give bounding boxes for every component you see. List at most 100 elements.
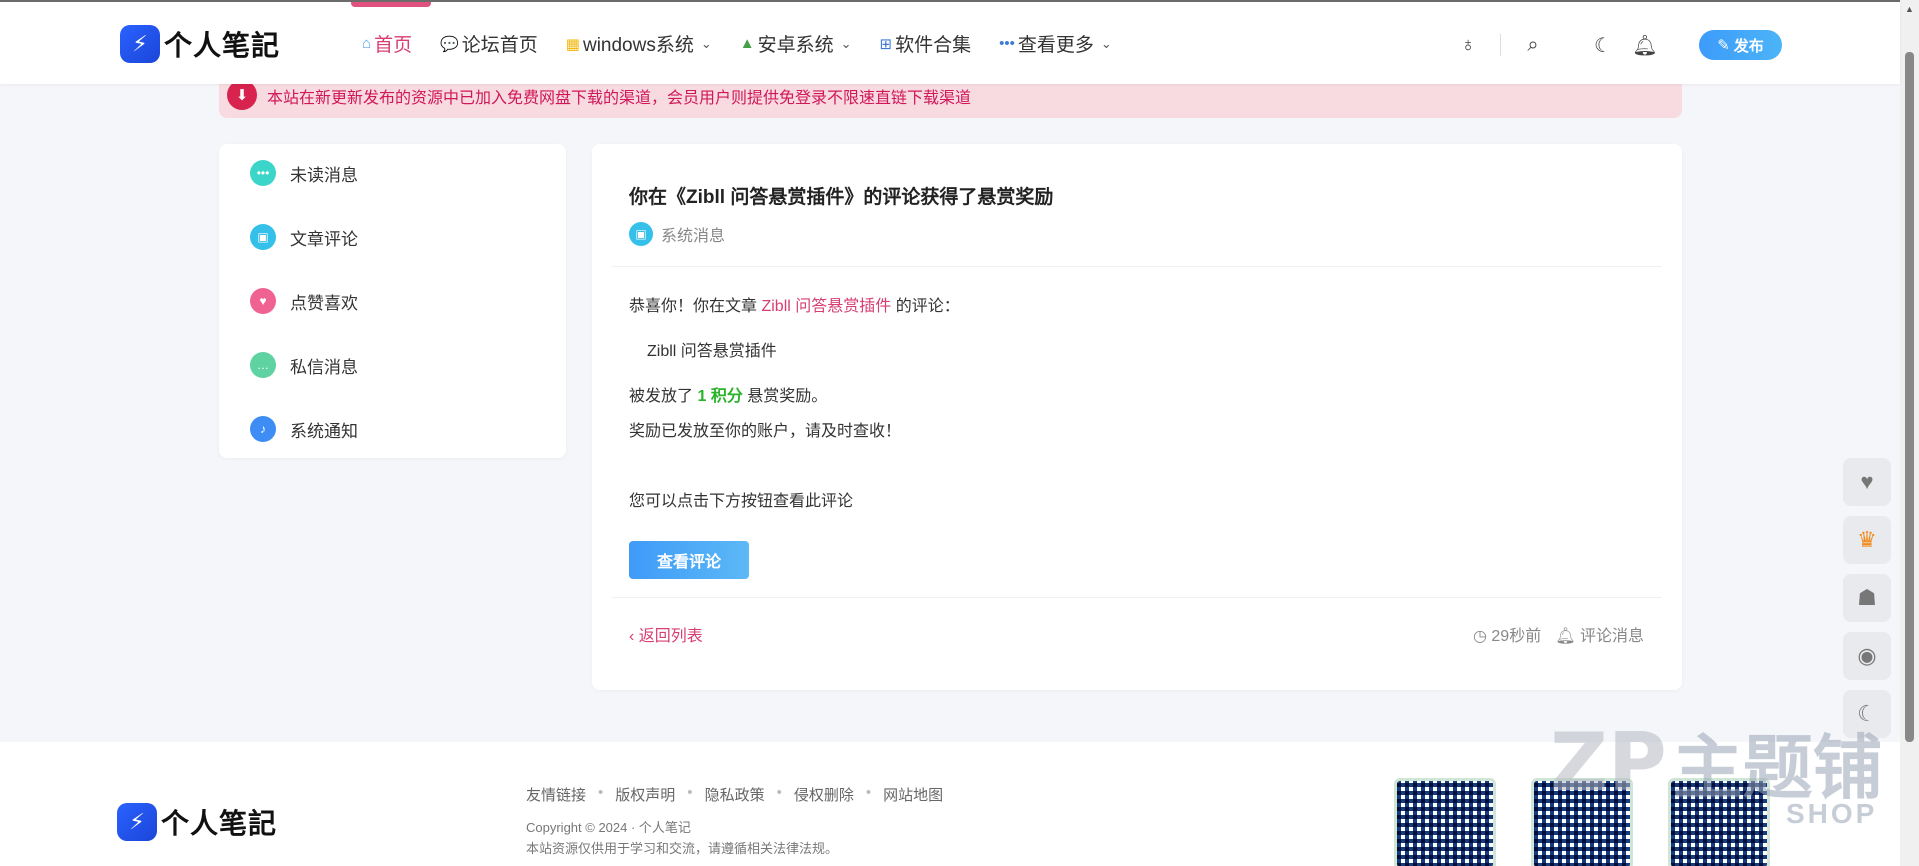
qq-icon: ☗	[1857, 585, 1877, 610]
message-card: 你在《Zibll 问答悬赏插件》的评论获得了悬赏奖励 ▣ 系统消息 恭喜你！你在…	[592, 144, 1682, 690]
chevron-down-icon: ⌄	[1100, 35, 1112, 51]
footer-link[interactable]: 隐私政策	[705, 784, 765, 805]
chevron-down-icon: ⌄	[700, 35, 712, 51]
back-label: 返回列表	[638, 628, 703, 645]
category-label: 系统消息	[661, 228, 726, 245]
sidebar-item-comments[interactable]: ▣ 文章评论	[250, 224, 358, 250]
message-type[interactable]: 🔔︎ 评论消息	[1555, 622, 1644, 646]
line1-prefix: 恭喜你！你在文章	[629, 298, 758, 315]
article-link[interactable]: Zibll 问答悬赏插件	[761, 298, 891, 315]
bell-icon[interactable]: 🔔︎	[1627, 28, 1663, 62]
separator-dot: •	[598, 784, 604, 801]
sidebar-item-private-messages[interactable]: … 私信消息	[250, 352, 358, 378]
site-logo[interactable]: ⚡ 个人笔記	[120, 24, 280, 64]
wechat-icon: ◉	[1857, 643, 1877, 668]
search-icon[interactable]: ⌕	[1515, 28, 1551, 62]
sidebar-item-system[interactable]: ♪ 系统通知	[250, 416, 358, 442]
message-footer-meta: ◷ 29秒前 🔔︎ 评论消息	[1473, 622, 1644, 646]
nav-label: 安卓系统	[757, 35, 834, 56]
unread-icon: •••	[250, 160, 276, 186]
scrollbar-thumb[interactable]	[1905, 52, 1914, 742]
logo-mark-icon: ⚡	[120, 25, 160, 63]
notice-text[interactable]: 本站在新更新发布的资源中已加入免费网盘下载的渠道，会员用户则提供免登录不限速直链…	[267, 84, 971, 108]
watermark-logo-icon: ZP	[1550, 716, 1667, 809]
page-scrollbar[interactable]: ▲	[1900, 0, 1919, 866]
apps-icon: ⊞	[879, 35, 893, 53]
message-line-3: 奖励已发放至你的账户，请及时查收！	[629, 423, 902, 440]
watermark: ZP 主题铺 SHOP	[1550, 712, 1883, 829]
divider	[612, 597, 1662, 598]
time-text: 29秒前	[1491, 628, 1542, 645]
footer-logo[interactable]: ⚡ 个人笔記	[117, 802, 277, 842]
footer-note: 本站资源仅供用于学习和交流，请遵循相关法律法规。	[526, 841, 839, 856]
comment-quote: Zibll 问答悬赏插件	[647, 343, 777, 360]
message-sidebar: ••• 未读消息 ▣ 文章评论 ♥ 点赞喜欢 … 私信消息 ♪ 系统通知	[219, 144, 566, 458]
footer-link[interactable]: 网站地图	[883, 784, 943, 805]
comment-icon: ▣	[629, 222, 653, 246]
back-to-list-link[interactable]: ‹ 返回列表	[629, 622, 703, 646]
more-icon: •••	[999, 35, 1015, 52]
nav-software[interactable]: ⊞ 软件合集	[880, 30, 972, 57]
chat-icon: …	[250, 352, 276, 378]
pencil-icon: ✎	[1717, 37, 1730, 54]
message-line-1: 恭喜你！你在文章 Zibll 问答悬赏插件 的评论：	[629, 292, 960, 316]
active-nav-indicator	[351, 2, 431, 7]
nav-forum[interactable]: 💬 论坛首页	[440, 30, 538, 57]
heart-icon: ♥	[1860, 469, 1874, 494]
line2-suffix: 悬赏奖励。	[747, 388, 828, 405]
nav-android[interactable]: ▲ 安卓系统 ⌄	[740, 30, 852, 57]
divider	[612, 266, 1662, 267]
bulb-icon[interactable]: ♁	[1450, 28, 1486, 62]
nav-label: 论坛首页	[461, 35, 538, 56]
message-title: 你在《Zibll 问答悬赏插件》的评论获得了悬赏奖励	[629, 187, 1054, 208]
comment-icon: ▣	[250, 224, 276, 250]
header-divider	[1500, 34, 1501, 56]
sidebar-item-label: 未读消息	[290, 165, 358, 185]
view-comment-button[interactable]: 查看评论	[629, 541, 749, 579]
nav-label: 首页	[374, 35, 413, 56]
home-icon: ⌂	[362, 35, 372, 52]
qr-code-image	[1394, 778, 1496, 866]
publish-label: 发布	[1733, 37, 1764, 55]
sidebar-item-unread[interactable]: ••• 未读消息	[250, 160, 358, 186]
main-nav: ⌂ 首页 💬 论坛首页 ▦ windows系统 ⌄ ▲ 安卓系统 ⌄ ⊞ 软件合…	[362, 30, 1112, 57]
line1-suffix: 的评论：	[895, 298, 960, 315]
watermark-shop: SHOP	[1786, 798, 1878, 829]
nav-home[interactable]: ⌂ 首页	[362, 30, 412, 57]
crown-icon: ♛	[1857, 527, 1877, 552]
message-time: ◷ 29秒前	[1473, 622, 1541, 646]
logo-mark-icon: ⚡	[117, 803, 157, 841]
type-text: 评论消息	[1579, 628, 1644, 645]
sidebar-item-label: 系统通知	[290, 421, 358, 441]
footer-logo-text: 个人笔記	[161, 807, 278, 840]
nav-more[interactable]: ••• 查看更多 ⌄	[999, 30, 1112, 57]
nav-label: 查看更多	[1017, 35, 1094, 56]
points-value: 1 积分	[697, 388, 743, 405]
line2-prefix: 被发放了	[629, 388, 694, 405]
message-line-2: 被发放了 1 积分 悬赏奖励。	[629, 382, 827, 406]
float-like-button[interactable]: ♥	[1843, 458, 1891, 506]
footer-links: 友情链接 • 版权声明 • 隐私政策 • 侵权删除 • 网站地图	[526, 784, 943, 805]
nav-windows[interactable]: ▦ windows系统 ⌄	[566, 30, 712, 57]
chevron-down-icon: ⌄	[840, 35, 852, 51]
separator-dot: •	[865, 784, 872, 801]
sidebar-item-label: 文章评论	[290, 229, 358, 249]
moon-icon[interactable]: ☾	[1585, 28, 1621, 62]
footer-link[interactable]: 友情链接	[526, 784, 586, 805]
footer-link[interactable]: 版权声明	[615, 784, 675, 805]
float-wechat-button[interactable]: ◉	[1843, 632, 1891, 680]
float-qq-button[interactable]: ☗	[1843, 574, 1891, 622]
scroll-up-icon[interactable]: ▲	[1905, 4, 1914, 14]
publish-button[interactable]: ✎ 发布	[1699, 30, 1782, 60]
nav-label: windows系统	[582, 35, 694, 56]
android-icon: ▲	[739, 35, 755, 52]
clock-icon: ◷	[1472, 628, 1487, 645]
logo-text: 个人笔記	[164, 29, 281, 62]
forum-icon: 💬	[440, 35, 459, 53]
separator-dot: •	[687, 784, 693, 801]
sidebar-item-label: 点赞喜欢	[290, 293, 358, 313]
message-line-4: 您可以点击下方按钮查看此评论	[629, 493, 854, 510]
sidebar-item-likes[interactable]: ♥ 点赞喜欢	[250, 288, 358, 314]
float-vip-button[interactable]: ♛	[1843, 516, 1891, 564]
footer-link[interactable]: 侵权删除	[794, 784, 854, 805]
